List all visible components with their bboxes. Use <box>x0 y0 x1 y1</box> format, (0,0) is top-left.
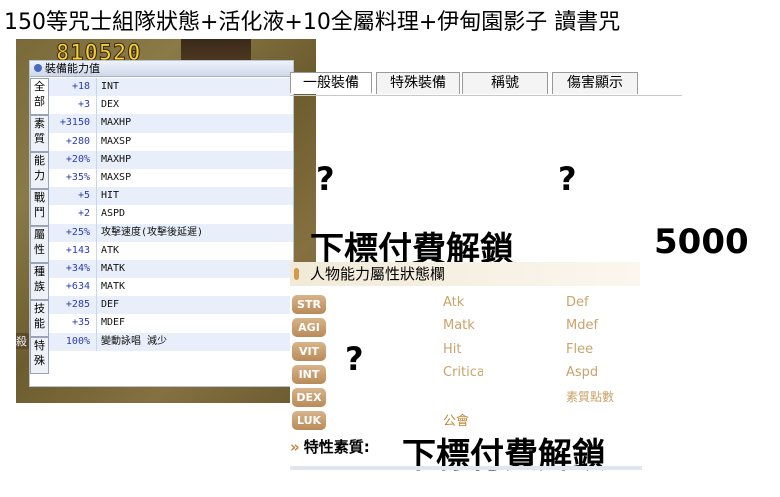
stat-value: +3 <box>49 96 97 115</box>
stat-name: ATK <box>101 244 120 256</box>
stat-label-def: Def <box>566 295 589 310</box>
stat-label-mdef: Mdef <box>566 318 599 333</box>
tab-normal-equipment[interactable]: 一般裝備 <box>290 72 372 94</box>
stat-name: ASPD <box>101 208 126 220</box>
category-tab[interactable]: 能力 <box>30 152 49 189</box>
hidden-value-mark: ? <box>345 340 364 378</box>
stat-button-dex[interactable]: DEX <box>292 388 326 407</box>
stat-value: +285 <box>49 296 97 315</box>
stat-button-int[interactable]: INT <box>292 365 326 384</box>
status-title: 人物能力屬性狀態欄 <box>310 265 446 283</box>
stat-row: +634 MATK <box>49 278 293 297</box>
stat-row: +25% 攻擊速度(攻擊後延遲) <box>49 223 293 242</box>
stat-label-aspd: Aspd <box>566 365 599 380</box>
category-tab[interactable]: 種族 <box>30 263 49 300</box>
stat-label-guild: 公會 <box>443 414 470 429</box>
trait-row: » 特性素質: <box>290 436 370 457</box>
page-title: 150等咒士組隊狀態+活化液+10全屬料理+伊甸園影子 讀書咒 <box>4 10 621 35</box>
stat-row: +143 ATK <box>49 241 293 260</box>
equipment-stats-panel: 裝備能力值 全部 素質 能力 戰鬥 屬性 種族 技能 特殊 +18 INT +3 DE… <box>29 60 294 387</box>
panel-header: 裝備能力值 <box>30 61 293 77</box>
hidden-value-mark: ? <box>558 160 577 198</box>
stat-name: MAXSP <box>101 171 132 183</box>
stat-row: +18 INT <box>49 78 293 97</box>
stat-row: +280 MAXSP <box>49 132 293 151</box>
stat-name: INT <box>101 81 120 92</box>
stat-value: +634 <box>49 278 97 297</box>
stat-name: 攻擊速度(攻擊後延遲) <box>101 226 204 238</box>
stat-name: MATK <box>101 281 126 293</box>
stat-label-points: 素質點數 <box>566 390 615 404</box>
stat-name: 變動詠唱 減少 <box>101 335 168 347</box>
stat-label-atk: Atk <box>443 295 465 310</box>
stat-row: 100% 變動詠唱 減少 <box>49 332 293 351</box>
stat-row: +20% MAXHP <box>49 150 293 169</box>
stat-value: +2 <box>49 205 97 224</box>
chevron-down-icon[interactable]: » <box>290 438 300 456</box>
status-header: 人物能力屬性狀態欄 <box>290 262 640 286</box>
stat-value: +143 <box>49 241 97 260</box>
stat-value: +35% <box>49 168 97 188</box>
stat-row: +3150 MAXHP <box>49 114 293 133</box>
category-tabs: 全部 素質 能力 戰鬥 屬性 種族 技能 特殊 <box>30 78 49 374</box>
category-tab[interactable]: 技能 <box>30 300 49 337</box>
category-tab[interactable]: 素質 <box>30 115 49 152</box>
equipment-tab-bar: 一般裝備 特殊裝備 稱號 傷害顯示 <box>290 70 682 96</box>
stat-name: MAXHP <box>101 153 132 165</box>
stat-value: +18 <box>49 78 97 97</box>
stat-button-str[interactable]: STR <box>292 295 326 314</box>
stat-row: +5 HIT <box>49 187 293 206</box>
stat-label-flee: Flee <box>566 342 594 357</box>
stat-button-vit[interactable]: VIT <box>292 342 326 361</box>
stat-value: +5 <box>49 187 97 206</box>
stat-name: DEF <box>101 299 120 311</box>
stat-name: MAXSP <box>101 135 132 147</box>
game-side-label: 殺 <box>16 333 30 349</box>
stats-table: +18 INT +3 DEX +3150 MAXHP +280 MAXSP +20% MAXHP +… <box>49 78 293 351</box>
stat-value: 100% <box>49 332 97 351</box>
header-marker <box>294 268 299 280</box>
stat-name: MDEF <box>101 317 126 329</box>
stat-button-agi[interactable]: AGI <box>292 318 326 337</box>
stat-row: +35% MAXSP <box>49 168 293 188</box>
stat-value: +3150 <box>49 114 97 133</box>
tab-title[interactable]: 稱號 <box>462 72 548 94</box>
stat-row: +3 DEX <box>49 96 293 115</box>
stat-label-hit: Hit <box>443 342 462 357</box>
panel-bottom-strip <box>290 466 642 470</box>
stat-button-luk[interactable]: LUK <box>292 411 326 430</box>
stat-value: +34% <box>49 259 97 279</box>
stat-row: +34% MATK <box>49 259 293 279</box>
panel-title: 裝備能力值 <box>45 62 100 75</box>
stat-name: MAXHP <box>101 117 132 129</box>
tab-special-equipment[interactable]: 特殊裝備 <box>376 72 460 94</box>
stat-label-matk: Matk <box>443 318 475 333</box>
stat-name: DEX <box>101 99 120 111</box>
trait-label: 特性素質: <box>303 438 370 456</box>
tab-damage-display[interactable]: 傷害顯示 <box>552 72 638 94</box>
stat-value: +280 <box>49 132 97 151</box>
stat-value: +35 <box>49 314 97 333</box>
category-tab[interactable]: 特殊 <box>30 337 49 374</box>
stat-row: +35 MDEF <box>49 314 293 333</box>
hidden-value-mark: ? <box>316 160 335 198</box>
stat-row: +285 DEF <box>49 296 293 315</box>
stat-row: +2 ASPD <box>49 205 293 224</box>
stat-label-critical: Critical <box>443 365 483 380</box>
stat-name: MATK <box>101 262 126 274</box>
stat-name: HIT <box>101 190 120 202</box>
stat-value: +25% <box>49 223 97 242</box>
category-tab[interactable]: 屬性 <box>30 226 49 263</box>
category-tab[interactable]: 戰鬥 <box>30 189 49 226</box>
category-tab[interactable]: 全部 <box>30 78 49 115</box>
panel-collapse-icon[interactable] <box>34 64 42 72</box>
stat-value: +20% <box>49 150 97 169</box>
price-label: 5000 <box>654 222 749 262</box>
